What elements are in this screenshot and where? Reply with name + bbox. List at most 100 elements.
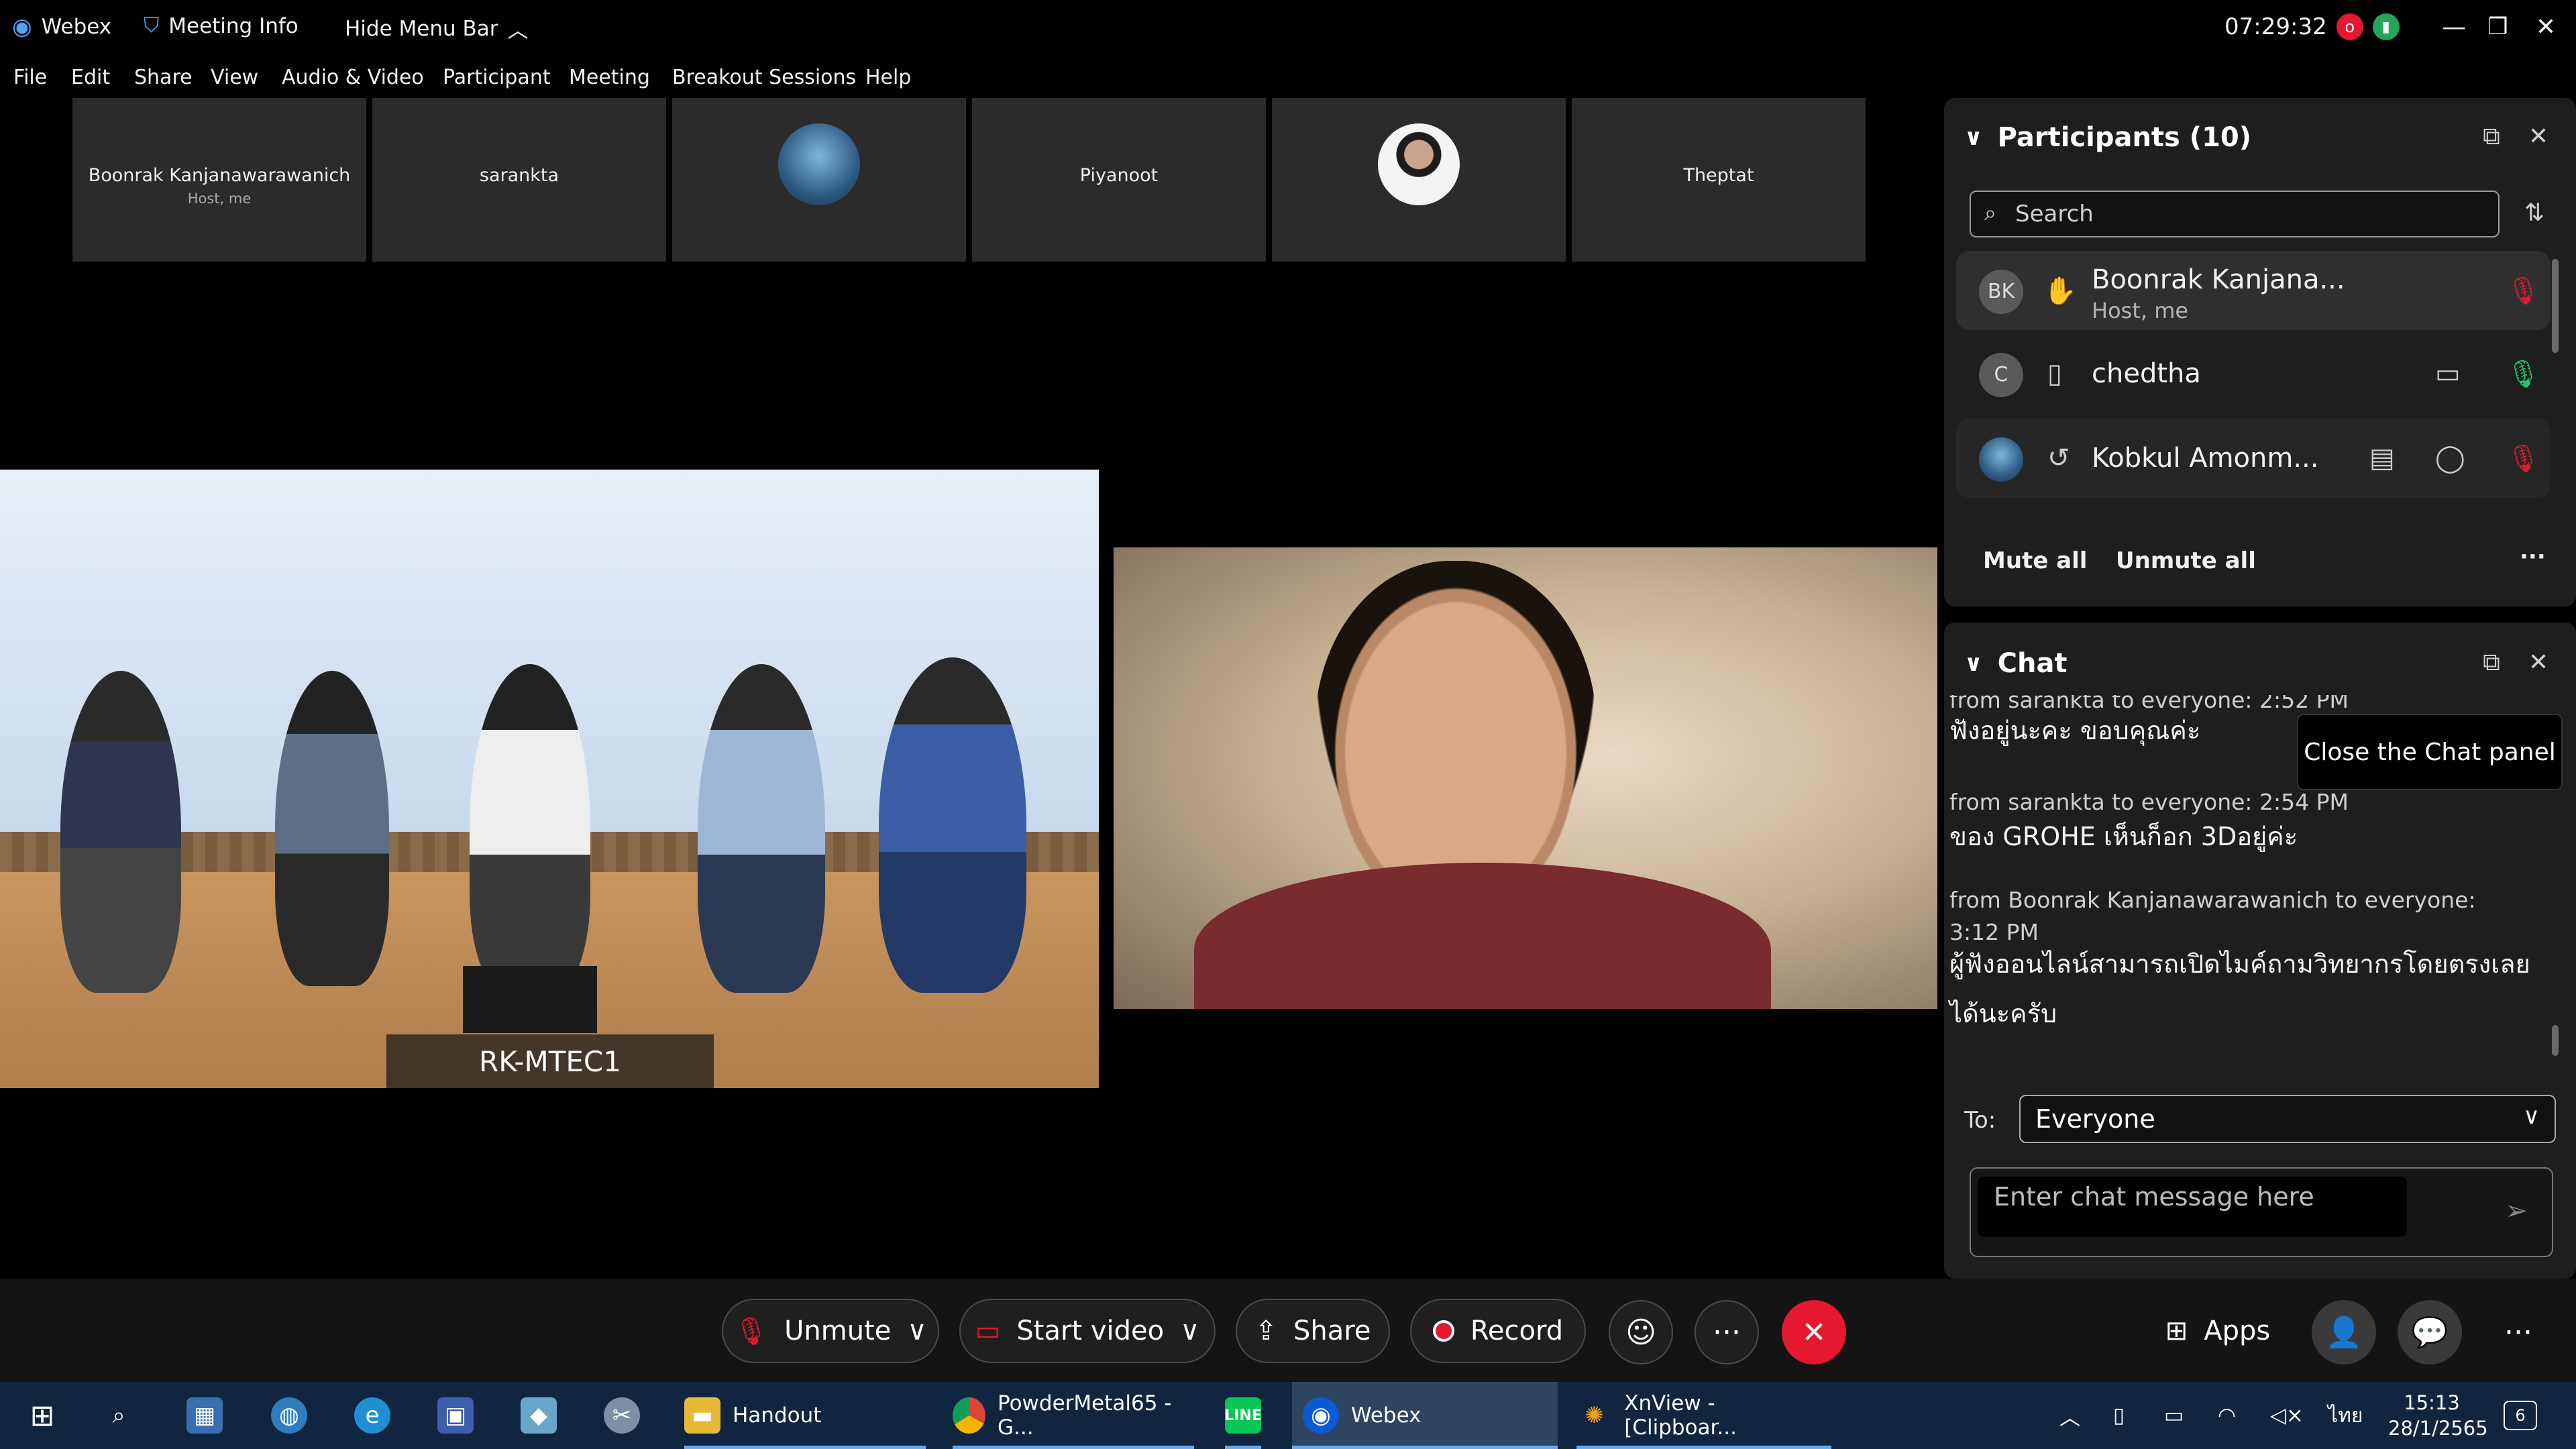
hide-menu-bar-button[interactable]: Hide Menu Bar ︿ — [345, 13, 529, 44]
menu-edit[interactable]: Edit — [71, 66, 110, 89]
filmstrip-tile[interactable] — [1272, 98, 1566, 262]
apps-button[interactable]: ⊞ Apps — [2144, 1299, 2292, 1363]
taskbar-item-handout[interactable]: ▬ Handout — [684, 1382, 926, 1449]
panelist — [470, 664, 590, 993]
line-app-icon[interactable]: LINE — [1224, 1382, 1262, 1449]
menu-view[interactable]: View — [211, 66, 258, 89]
search-icon[interactable]: ⌕ — [101, 1382, 137, 1449]
participant-row[interactable]: ↺ Kobkul Amonm... ▤ ◯ 🎙 — [1956, 419, 2551, 498]
taskbar-item-webex[interactable]: ◉ Webex — [1292, 1382, 1558, 1449]
restore-window-button[interactable]: ❐ — [2487, 13, 2508, 40]
taskbar-item-chrome[interactable]: PowderMetal65 - G... — [953, 1382, 1194, 1449]
volume-muted-icon[interactable]: ◁× — [2270, 1382, 2304, 1449]
edge-browser-icon[interactable]: e — [354, 1382, 390, 1449]
chevron-down-icon[interactable]: ∨ — [1964, 650, 1983, 677]
more-options-button[interactable]: ··· — [2520, 543, 2546, 570]
unmute-all-button[interactable]: Unmute all — [2116, 547, 2256, 574]
participant-search-input[interactable]: ⌕ Search — [1970, 191, 2500, 237]
room-video[interactable]: RK-MTEC1 — [0, 470, 1099, 1088]
recipient-select[interactable]: Everyone ∨ — [2019, 1095, 2556, 1143]
input-language[interactable]: ไทย — [2328, 1382, 2363, 1449]
wifi-icon[interactable]: ◠ — [2218, 1382, 2236, 1449]
filmstrip-tile[interactable]: Theptat — [1572, 98, 1866, 262]
windows-start-icon[interactable]: ⊞ — [24, 1382, 60, 1449]
caption-icon: ▤ — [2369, 443, 2395, 474]
mic-muted-icon[interactable]: 🎙 — [2506, 443, 2540, 474]
device-icon[interactable]: ▯ — [2113, 1382, 2125, 1449]
chevron-down-icon[interactable]: ∨ — [907, 1316, 926, 1346]
reactions-icon[interactable]: ☺ — [1609, 1300, 1673, 1364]
leave-meeting-button[interactable]: ✕ — [1782, 1300, 1846, 1364]
chevron-up-icon: ︿ — [507, 19, 529, 43]
network-app-icon[interactable]: ▣ — [437, 1382, 474, 1449]
laptop — [463, 966, 597, 1033]
apps-icon: ⊞ — [2165, 1316, 2188, 1346]
globe-app-icon[interactable]: ◍ — [271, 1382, 307, 1449]
share-button[interactable]: ⇪ Share — [1236, 1299, 1390, 1363]
filmstrip-tile[interactable] — [672, 98, 966, 262]
show-hidden-icons-icon[interactable]: ︿ — [2059, 1382, 2080, 1449]
chat-scrollbar[interactable] — [2552, 1025, 2559, 1056]
notes-app-icon[interactable]: ◆ — [521, 1382, 557, 1449]
avatar: C — [1979, 353, 2023, 397]
chrome-icon — [953, 1397, 985, 1434]
menu-file[interactable]: File — [13, 66, 47, 89]
participants-panel: ∨ Participants (10) ⧉ ✕ ⌕ Search ⇅ BK ✋ … — [1944, 98, 2576, 606]
more-options-button[interactable]: ··· — [2486, 1300, 2551, 1364]
start-video-button[interactable]: ▭ Start video ∨ — [959, 1299, 1216, 1363]
snipping-tool-icon[interactable]: ✂ — [604, 1382, 640, 1449]
recording-badge: o — [2336, 13, 2363, 40]
menu-share[interactable]: Share — [134, 66, 193, 89]
video-off-icon: ▭ — [975, 1316, 1001, 1346]
chevron-down-icon[interactable]: ∨ — [1180, 1316, 1199, 1346]
menu-breakout-sessions[interactable]: Breakout Sessions — [672, 66, 856, 89]
chat-toggle-icon[interactable]: 💬 — [2398, 1300, 2462, 1364]
speaker-shirt — [1194, 863, 1771, 1009]
meeting-info-button[interactable]: ⛉ Meeting Info — [144, 13, 299, 38]
participants-toggle-icon[interactable]: 👤 — [2312, 1300, 2376, 1364]
chevron-down-icon[interactable]: ∨ — [1964, 124, 1983, 151]
menu-audio-video[interactable]: Audio & Video — [282, 66, 424, 89]
menu-meeting[interactable]: Meeting — [569, 66, 650, 89]
record-button[interactable]: Record — [1410, 1299, 1586, 1363]
close-icon[interactable]: ✕ — [2524, 122, 2553, 152]
filmstrip-tile[interactable]: Boonrak Kanjanawarawanich Host, me — [72, 98, 366, 262]
participant-row[interactable]: C ▯ chedtha ▭ 🎙 — [1956, 334, 2551, 413]
notifications-icon[interactable]: 6 — [2504, 1382, 2537, 1449]
popout-icon[interactable]: ⧉ — [2477, 122, 2506, 152]
panelist — [275, 671, 389, 986]
menu-bar: File Edit Share View Audio & Video Parti… — [0, 58, 2576, 98]
network-stats-icon[interactable]: ▮ — [2372, 13, 2400, 40]
scrollbar[interactable] — [2552, 259, 2559, 353]
more-options-button[interactable]: ··· — [1695, 1300, 1759, 1364]
xnview-icon: ✺ — [1585, 1402, 1604, 1429]
hand-raise-icon: ✋ — [2043, 276, 2077, 307]
mic-muted-icon[interactable]: 🎙 — [2506, 275, 2540, 307]
record-icon — [1432, 1320, 1454, 1342]
mic-on-icon[interactable]: 🎙 — [2506, 358, 2540, 390]
battery-icon[interactable]: ▭ — [2164, 1382, 2184, 1449]
folder-icon: ▬ — [684, 1397, 720, 1434]
unmute-button[interactable]: 🎙 Unmute ∨ — [722, 1299, 939, 1363]
speaker-video[interactable] — [1114, 547, 1937, 1009]
taskbar-clock[interactable]: 15:13 28/1/2565 — [2388, 1390, 2488, 1441]
menu-participant[interactable]: Participant — [443, 66, 551, 89]
chat-header[interactable]: ∨ Chat — [1964, 648, 2068, 679]
chat-message-input[interactable]: Enter chat message here ➢ — [1970, 1167, 2553, 1257]
sort-icon[interactable]: ⇅ — [2520, 199, 2549, 228]
close-window-button[interactable]: ✕ — [2536, 13, 2556, 41]
mute-all-button[interactable]: Mute all — [1983, 547, 2087, 574]
chat-bubble-icon[interactable]: ◯ — [2435, 443, 2465, 474]
minimize-window-button[interactable]: — — [2442, 13, 2466, 41]
popout-icon[interactable]: ⧉ — [2477, 648, 2506, 678]
filmstrip-tile[interactable]: sarankta — [372, 98, 666, 262]
send-icon[interactable]: ➢ — [2505, 1195, 2528, 1226]
calculator-icon[interactable]: ▦ — [186, 1382, 223, 1449]
menu-help[interactable]: Help — [865, 66, 911, 89]
participant-row[interactable]: BK ✋ Boonrak Kanjana... Host, me 🎙 — [1956, 251, 2551, 330]
participants-header[interactable]: ∨ Participants (10) — [1964, 122, 2251, 153]
webex-logo-icon: ◉ — [12, 13, 32, 40]
filmstrip-tile[interactable]: Piyanoot — [972, 98, 1266, 262]
taskbar-item-xnview[interactable]: ✺ XnView - [Clipboar... — [1576, 1382, 1831, 1449]
close-chat-icon[interactable]: ✕ — [2524, 648, 2553, 678]
